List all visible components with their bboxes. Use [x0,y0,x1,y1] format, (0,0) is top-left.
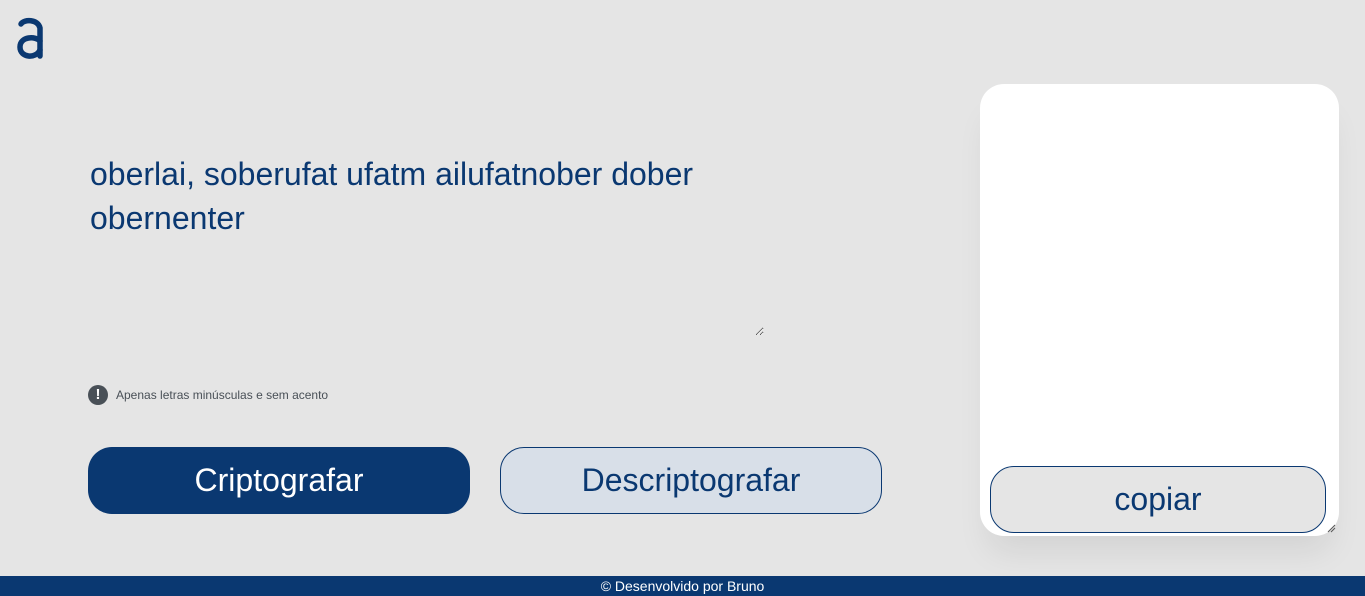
footer-text: © Desenvolvido por Bruno [600,578,765,594]
exclamation-circle-icon: ! [88,385,108,405]
decrypt-button[interactable]: Descriptografar [500,447,882,514]
resize-handle-icon[interactable] [1327,524,1336,533]
page: oberlai, soberufat ufatm ailufatnober do… [0,0,1365,596]
alura-logo-icon [17,17,43,59]
encrypt-button[interactable]: Criptografar [88,447,470,514]
input-hint: ! Apenas letras minúsculas e sem acento [88,385,328,405]
footer: © Desenvolvido por Bruno [0,576,1365,596]
hint-text: Apenas letras minúsculas e sem acento [116,388,329,402]
output-panel[interactable]: copiar [980,84,1339,536]
copy-button[interactable]: copiar [990,466,1326,533]
text-input[interactable]: oberlai, soberufat ufatm ailufatnober do… [88,152,764,336]
